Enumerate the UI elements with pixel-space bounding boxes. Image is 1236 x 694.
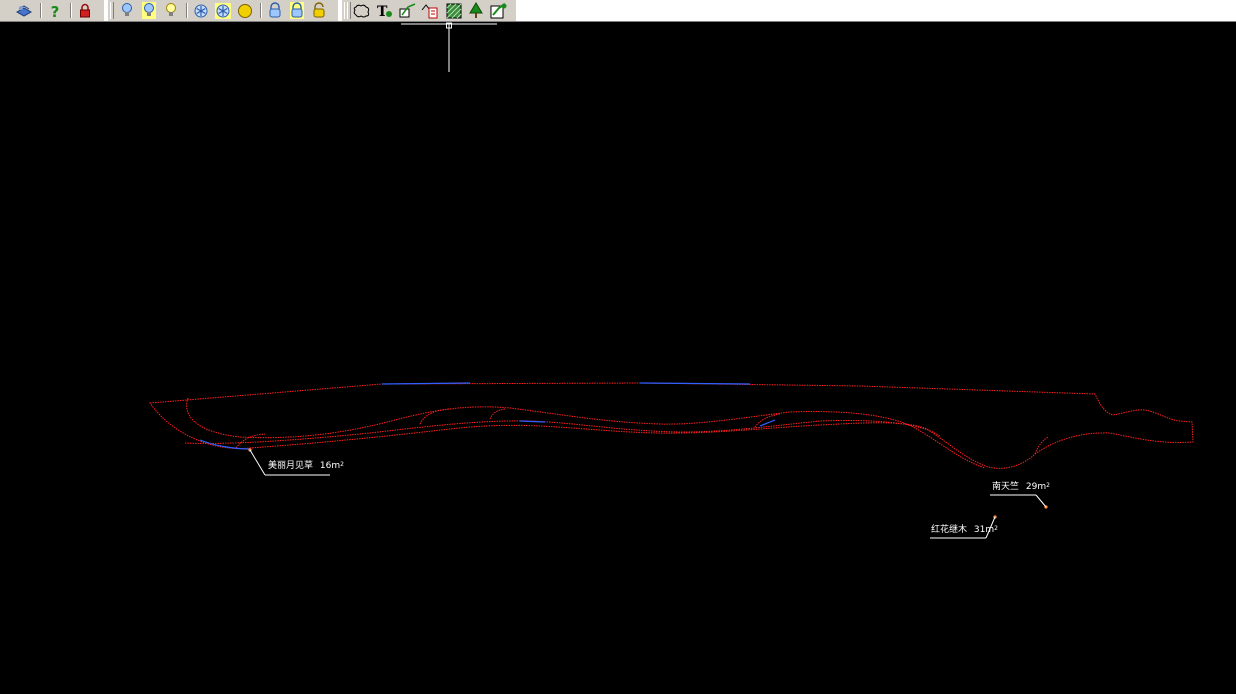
layer-lock-isolate-button[interactable]: [287, 1, 307, 20]
hatch-icon: [446, 3, 462, 18]
plant-legend-button[interactable]: [420, 1, 440, 20]
toolbar-group-1: ?: [0, 0, 104, 21]
plant-name: 红花继木: [931, 525, 968, 535]
landscape-icon: [490, 3, 507, 19]
toolbar-grip: [110, 2, 114, 19]
toolbar-separator: [40, 3, 42, 18]
planting-bed-boundary[interactable]: [149, 382, 1194, 469]
plant-area: 29m: [1025, 482, 1047, 492]
layer-off-button[interactable]: [161, 1, 181, 20]
sun-icon: [238, 3, 252, 18]
planting-division-line-3[interactable]: [235, 408, 1049, 455]
lock-button[interactable]: [75, 1, 95, 20]
plant-name: 南天竺: [992, 482, 1020, 492]
layer-freeze-button[interactable]: [191, 1, 211, 20]
planting-division-line-1[interactable]: [186, 397, 986, 469]
layer-unlock-icon: [313, 2, 325, 18]
help-icon: ?: [51, 3, 60, 19]
cursor-crosshair: [401, 22, 497, 72]
plant-area: 31m: [973, 525, 995, 535]
plant-edit-icon: [399, 3, 416, 18]
plant-edit-button[interactable]: [398, 1, 418, 20]
toolbar-group-2: [108, 0, 338, 21]
plant-label-3[interactable]: 红花继木 31m2: [931, 525, 998, 536]
freeze-icon: [215, 2, 231, 19]
layer-freeze-isolate-button[interactable]: [213, 1, 233, 20]
text-tool-icon: T: [377, 4, 392, 19]
layer-isolate-button[interactable]: [139, 1, 159, 20]
revision-cloud-icon: [353, 4, 370, 17]
snowflake-icon: [194, 4, 208, 17]
help-button[interactable]: ?: [45, 1, 65, 20]
layer-manager-button[interactable]: [14, 1, 34, 20]
toolbar-separator: [186, 3, 188, 18]
light-bulb-off-icon: [166, 3, 176, 16]
area-unit-superscript: 2: [340, 461, 344, 468]
revision-cloud-button[interactable]: [352, 1, 372, 20]
toolbar-separator: [260, 3, 262, 18]
svg-text:?: ?: [51, 3, 60, 19]
layer-unlock-button[interactable]: [309, 1, 329, 20]
layer-lock-button[interactable]: [265, 1, 285, 20]
landscape-button[interactable]: [488, 1, 508, 20]
light-bulb-yellow-icon: [142, 2, 156, 19]
plant-area: 16m: [319, 461, 341, 471]
cad-toolbar: ? T: [0, 0, 1236, 22]
layer-manager-icon: [15, 4, 33, 17]
plant-legend-icon: [421, 4, 438, 19]
layer-on-button[interactable]: [117, 1, 137, 20]
plant-label-2[interactable]: 南天竺 29m2: [992, 482, 1050, 493]
svg-text:T: T: [377, 4, 388, 19]
layer-thaw-button[interactable]: [235, 1, 255, 20]
area-unit-superscript: 2: [1046, 482, 1050, 489]
label-leader-2: [990, 494, 1048, 509]
plant-name: 美丽月见草: [268, 461, 314, 471]
text-tool-button[interactable]: T: [375, 1, 395, 20]
plant-label-1[interactable]: 美丽月见草 16m2: [268, 461, 344, 472]
tree-icon: [469, 2, 483, 18]
light-bulb-icon: [122, 3, 132, 16]
drawing-canvas[interactable]: [0, 22, 1236, 694]
lock-icon: [80, 3, 90, 17]
toolbar-separator: [70, 3, 72, 18]
tree-button[interactable]: [466, 1, 486, 20]
blue-edge-segment: [199, 382, 776, 450]
layer-lock-yellow-icon: [290, 2, 304, 19]
area-unit-superscript: 2: [994, 525, 998, 532]
planting-division-line-2[interactable]: [184, 419, 941, 444]
hatch-button[interactable]: [444, 1, 464, 20]
toolbar-group-3: T: [342, 0, 516, 21]
layer-lock-icon: [269, 2, 281, 18]
toolbar-grip: [347, 2, 351, 19]
